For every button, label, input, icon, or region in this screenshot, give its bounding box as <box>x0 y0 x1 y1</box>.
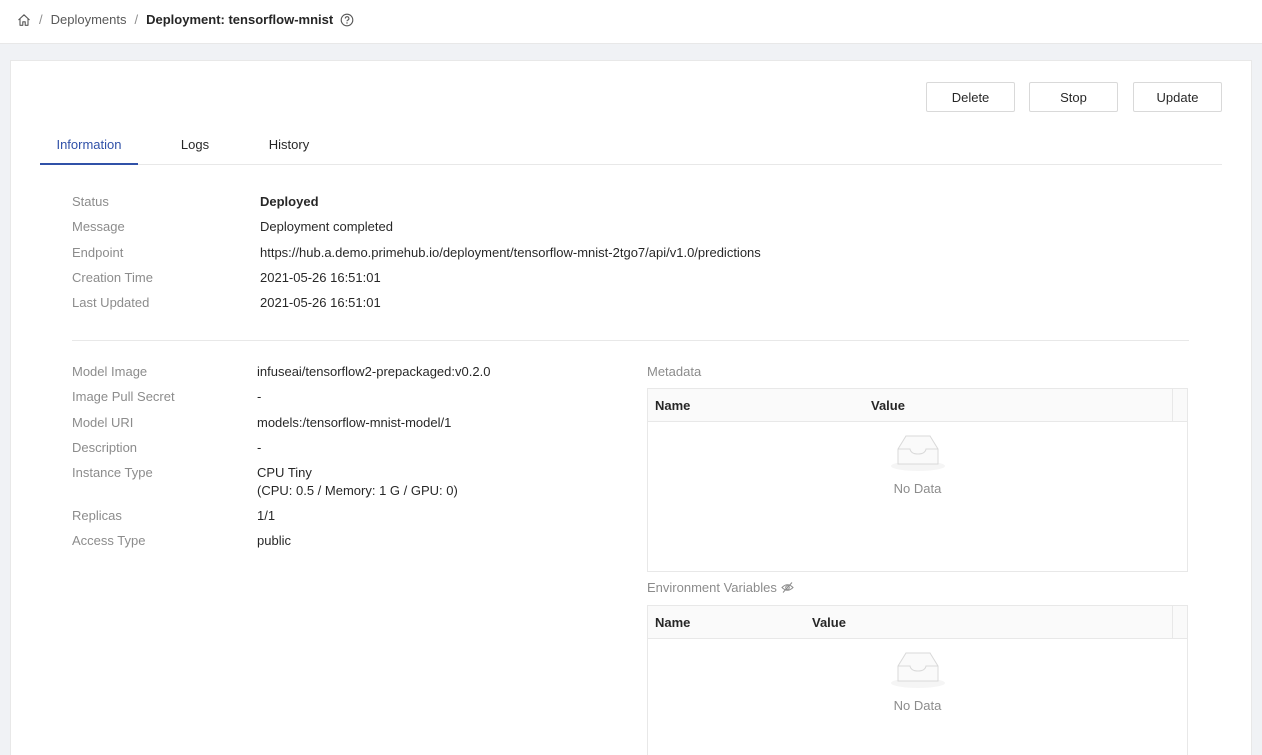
tab-information[interactable]: Information <box>40 125 138 165</box>
breadcrumb-deployments-link[interactable]: Deployments <box>51 12 127 27</box>
image-pull-secret-label: Image Pull Secret <box>72 389 175 404</box>
description-value: - <box>257 440 262 455</box>
tab-history[interactable]: History <box>256 125 322 165</box>
metadata-title: Metadata <box>647 364 702 379</box>
breadcrumb-separator: / <box>134 12 139 27</box>
section-divider <box>72 340 1189 341</box>
env-vars-empty-text: No Data <box>893 698 942 713</box>
status-value: Deployed <box>260 194 319 209</box>
image-pull-secret-value: - <box>257 389 262 404</box>
env-vars-title: Environment Variables <box>647 580 777 595</box>
tab-logs[interactable]: Logs <box>168 125 222 165</box>
model-uri-value: models:/tensorflow-mnist-model/1 <box>257 415 452 430</box>
home-icon[interactable] <box>17 13 31 27</box>
instance-type-label: Instance Type <box>72 465 153 480</box>
delete-button[interactable]: Delete <box>926 82 1015 112</box>
empty-inbox-icon <box>889 649 947 692</box>
empty-inbox-icon <box>889 432 947 475</box>
env-vars-table-header: Name Value <box>648 606 1187 639</box>
status-label: Status <box>72 194 109 209</box>
env-vars-table: Name Value No Data <box>647 605 1188 755</box>
breadcrumb: / Deployments / Deployment: tensorflow-m… <box>17 12 354 27</box>
env-vars-empty-state: No Data <box>648 649 1187 713</box>
creation-time-value: 2021-05-26 16:51:01 <box>260 270 381 285</box>
message-label: Message <box>72 219 125 234</box>
replicas-label: Replicas <box>72 508 122 523</box>
last-updated-label: Last Updated <box>72 295 150 310</box>
breadcrumb-separator: / <box>39 12 43 27</box>
access-type-label: Access Type <box>72 533 146 548</box>
metadata-value-column: Value <box>871 398 905 413</box>
metadata-table-header: Name Value <box>648 389 1187 422</box>
metadata-table: Name Value No Data <box>647 388 1188 572</box>
env-vars-heading: Environment Variables <box>647 580 794 595</box>
instance-type-resources: (CPU: 0.5 / Memory: 1 G / GPU: 0) <box>257 483 458 498</box>
creation-time-label: Creation Time <box>72 270 153 285</box>
top-bar: / Deployments / Deployment: tensorflow-m… <box>0 0 1262 44</box>
access-type-value: public <box>257 533 291 548</box>
env-vars-value-column: Value <box>812 615 846 630</box>
env-vars-name-column: Name <box>655 615 691 630</box>
model-image-label: Model Image <box>72 364 148 379</box>
last-updated-value: 2021-05-26 16:51:01 <box>260 295 381 310</box>
question-circle-icon[interactable] <box>340 13 354 27</box>
metadata-empty-text: No Data <box>893 481 942 496</box>
stop-button[interactable]: Stop <box>1029 82 1118 112</box>
header-scrollbar-gutter <box>1172 606 1187 639</box>
model-image-value: infuseai/tensorflow2-prepackaged:v0.2.0 <box>257 364 491 379</box>
page-title: Deployment: tensorflow-mnist <box>146 12 334 27</box>
header-scrollbar-gutter <box>1172 389 1187 422</box>
eye-invisible-icon[interactable] <box>781 581 794 594</box>
metadata-name-column: Name <box>655 398 691 413</box>
message-value: Deployment completed <box>260 219 393 234</box>
metadata-empty-state: No Data <box>648 432 1187 496</box>
update-button[interactable]: Update <box>1133 82 1222 112</box>
tab-bar: Information Logs History <box>40 125 1222 165</box>
instance-type-value: CPU Tiny <box>257 465 312 480</box>
deployment-detail-card: Delete Stop Update Information Logs Hist… <box>10 60 1252 755</box>
model-uri-label: Model URI <box>72 415 134 430</box>
endpoint-label: Endpoint <box>72 245 124 260</box>
replicas-value: 1/1 <box>257 508 276 523</box>
description-label: Description <box>72 440 138 455</box>
endpoint-value[interactable]: https://hub.a.demo.primehub.io/deploymen… <box>260 245 761 260</box>
